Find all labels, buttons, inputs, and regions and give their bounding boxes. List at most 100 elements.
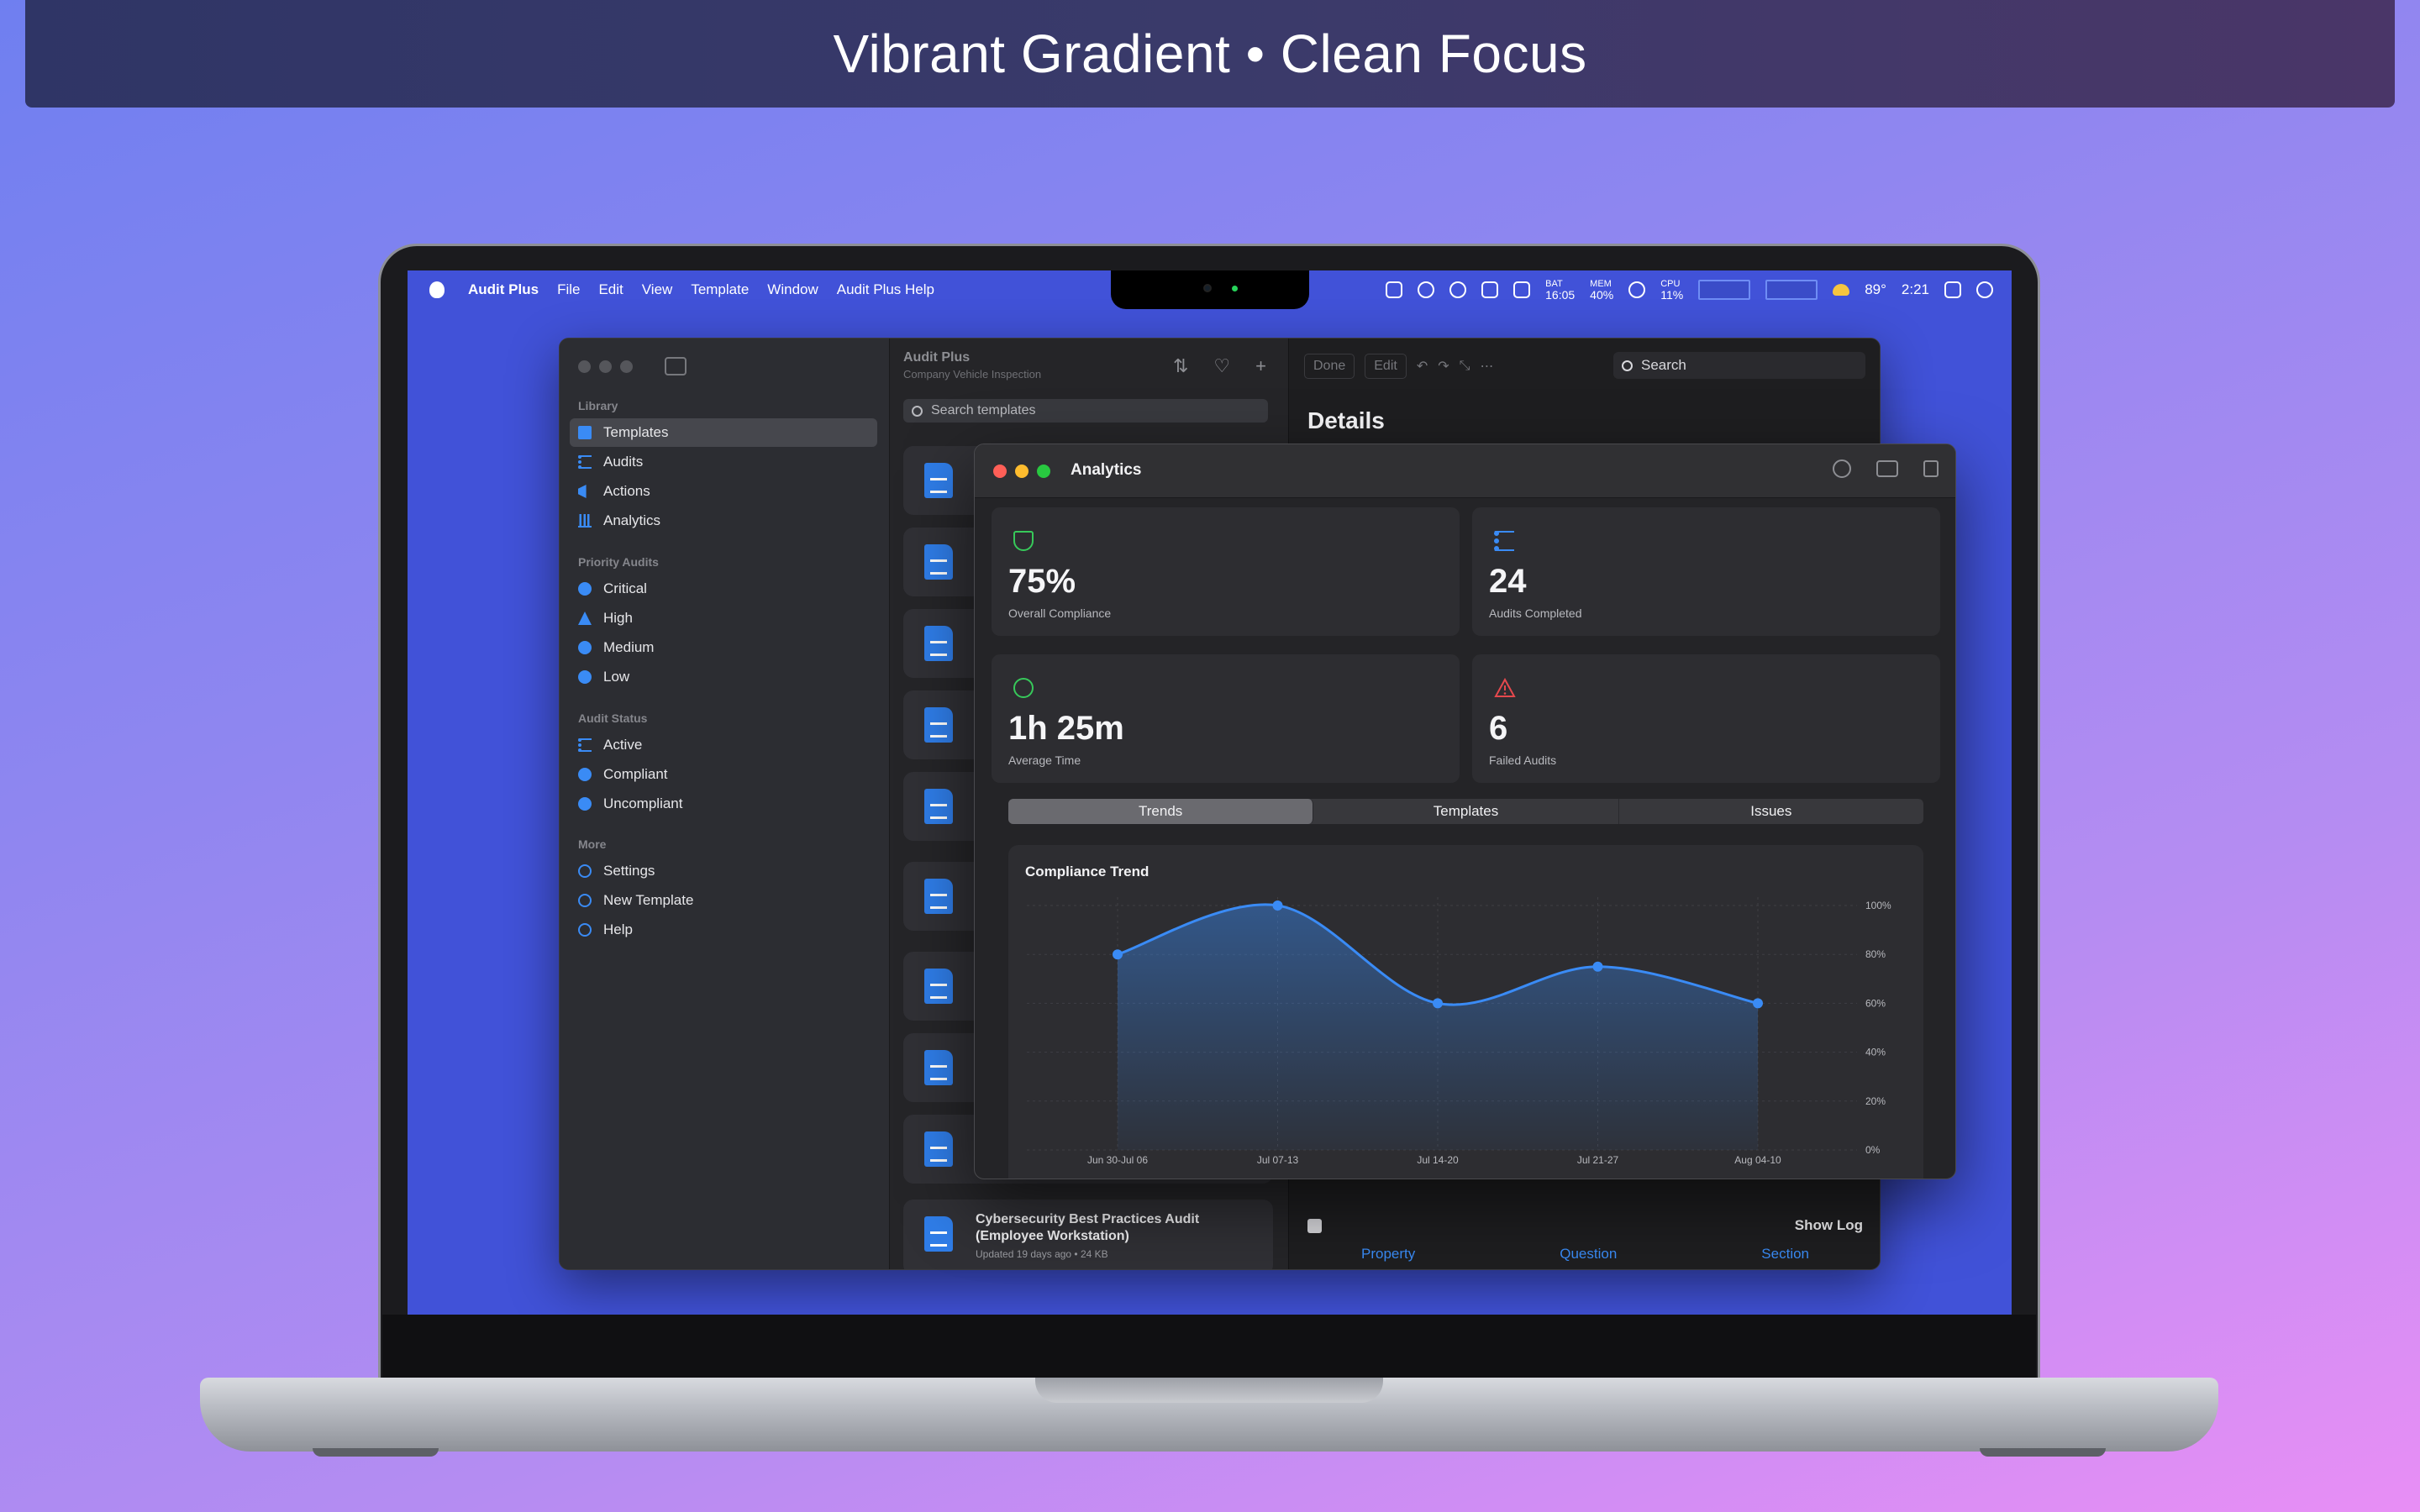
- add-property-button[interactable]: Property: [1361, 1246, 1415, 1263]
- sidebar-item-low[interactable]: Low: [570, 663, 877, 691]
- minimize-button[interactable]: [599, 360, 612, 373]
- menu-app-name[interactable]: Audit Plus: [468, 281, 539, 298]
- refresh-icon[interactable]: [1449, 281, 1467, 298]
- laptop-foot: [313, 1448, 439, 1457]
- refresh-icon[interactable]: [1833, 459, 1851, 478]
- kpi-card-average-time: 1h 25m Average Time: [992, 654, 1460, 783]
- temperature[interactable]: 89°: [1865, 281, 1886, 298]
- heart-icon[interactable]: ♡: [1213, 355, 1230, 377]
- gear-icon: [578, 864, 592, 878]
- sidebar-item-audits[interactable]: Audits: [570, 448, 877, 476]
- sidebar-section-more: More: [578, 837, 607, 851]
- sidebar-item-actions[interactable]: Actions: [570, 477, 877, 506]
- more-icon[interactable]: ⋯: [1480, 358, 1493, 375]
- undo-icon[interactable]: ↶: [1417, 358, 1428, 375]
- menu-window[interactable]: Window: [767, 281, 818, 298]
- detail-search-input[interactable]: Search: [1613, 352, 1865, 379]
- tab-templates[interactable]: Templates: [1313, 799, 1619, 824]
- redo-icon[interactable]: ↷: [1438, 358, 1449, 375]
- template-card[interactable]: Cybersecurity Best Practices Audit (Empl…: [903, 1200, 1273, 1269]
- sidebar-item-label: Low: [603, 669, 630, 685]
- add-icon[interactable]: +: [1255, 355, 1266, 377]
- cursor-icon[interactable]: [1513, 281, 1531, 298]
- sidebar-item-active[interactable]: Active: [570, 731, 877, 759]
- expand-icon[interactable]: [1481, 281, 1499, 298]
- sidebar-item-new-template[interactable]: New Template: [570, 886, 877, 915]
- sidebar-item-high[interactable]: High: [570, 604, 877, 633]
- laptop-foot: [1980, 1448, 2106, 1457]
- doc-icon: [924, 463, 953, 498]
- minimize-button[interactable]: [1015, 465, 1028, 478]
- search-placeholder: Search templates: [931, 403, 1036, 417]
- analytics-titlebar: Analytics: [975, 444, 1955, 498]
- laptop-bezel-bottom: [382, 1315, 2036, 1386]
- series-area: [1118, 904, 1758, 1150]
- circle-icon: [578, 670, 592, 684]
- show-log-checkbox[interactable]: [1307, 1219, 1322, 1233]
- battery-stat[interactable]: BAT 16:05: [1545, 279, 1575, 301]
- memory-pie-icon: [1628, 281, 1646, 298]
- tab-trends[interactable]: Trends: [1008, 799, 1314, 824]
- siri-icon[interactable]: [1976, 281, 1993, 298]
- doc-icon: [924, 1216, 953, 1252]
- tab-issues[interactable]: Issues: [1619, 799, 1923, 824]
- data-point: [1272, 900, 1283, 911]
- doc-icon: [924, 1050, 953, 1085]
- cloud-icon[interactable]: [1418, 281, 1435, 298]
- template-search-input[interactable]: Search templates: [903, 399, 1268, 423]
- calendar-icon[interactable]: [1876, 460, 1898, 477]
- laptop-base-notch: [1035, 1378, 1383, 1403]
- clock-icon: [1013, 678, 1034, 698]
- cpu-stat[interactable]: CPU 11%: [1660, 279, 1683, 301]
- memory-stat[interactable]: MEM 40%: [1590, 279, 1613, 301]
- menu-template[interactable]: Template: [691, 281, 749, 298]
- promo-banner: Vibrant Gradient • Clean Focus: [25, 0, 2395, 108]
- menu-edit[interactable]: Edit: [598, 281, 623, 298]
- clock[interactable]: 2:21: [1902, 281, 1929, 298]
- sidebar-item-compliant[interactable]: Compliant: [570, 760, 877, 789]
- sidebar-toggle-icon[interactable]: [665, 357, 687, 375]
- sidebar-item-medium[interactable]: Medium: [570, 633, 877, 662]
- data-point: [1753, 998, 1763, 1009]
- banner-title: Vibrant Gradient • Clean Focus: [833, 24, 1587, 84]
- doc-icon: [924, 879, 953, 914]
- share-icon[interactable]: [1923, 460, 1939, 477]
- compliance-trend-chart: 0% 20% 40% 60% 80% 100% Jun 30-Jul 06 Jul 07-13…: [1027, 897, 1891, 1166]
- cpu-graph: [1698, 280, 1751, 300]
- menu-view[interactable]: View: [642, 281, 673, 298]
- analytics-title: Analytics: [1071, 461, 1142, 479]
- grid-icon[interactable]: [1386, 281, 1403, 298]
- sidebar-item-analytics[interactable]: Analytics: [570, 507, 877, 535]
- analytics-window: Analytics 75% Overall Compliance 24 Audi…: [974, 444, 1956, 1179]
- menu-file[interactable]: File: [557, 281, 580, 298]
- doc-icon: [924, 626, 953, 661]
- add-actions: Property Question Section: [1289, 1246, 1880, 1263]
- edit-button[interactable]: Edit: [1365, 354, 1407, 379]
- sidebar-item-uncompliant[interactable]: Uncompliant: [570, 790, 877, 818]
- analytics-tabs: Trends Templates Issues: [1008, 799, 1923, 824]
- resize-icon[interactable]: ⤡: [1460, 359, 1470, 374]
- menu-help[interactable]: Audit Plus Help: [837, 281, 934, 298]
- sort-icon[interactable]: ⇅: [1173, 355, 1188, 377]
- sidebar-item-critical[interactable]: Critical: [570, 575, 877, 603]
- weather-icon[interactable]: [1833, 284, 1850, 296]
- control-center-icon[interactable]: [1944, 281, 1961, 298]
- sidebar-item-help[interactable]: Help: [570, 916, 877, 944]
- kpi-label: Average Time: [1008, 753, 1081, 767]
- x-tick-label: Jun 30-Jul 06: [1087, 1154, 1148, 1166]
- sidebar-item-settings[interactable]: Settings: [570, 857, 877, 885]
- doc-icon: [924, 544, 953, 580]
- sidebar-item-templates[interactable]: Templates: [570, 418, 877, 447]
- zoom-button[interactable]: [620, 360, 633, 373]
- kpi-value: 1h 25m: [1008, 710, 1124, 747]
- sidebar-item-label: New Template: [603, 892, 694, 908]
- close-button[interactable]: [993, 465, 1007, 478]
- add-question-button[interactable]: Question: [1560, 1246, 1617, 1263]
- done-button[interactable]: Done: [1304, 354, 1355, 379]
- apple-logo-icon[interactable]: [429, 281, 445, 298]
- close-button[interactable]: [578, 360, 591, 373]
- check-circle-icon: [578, 768, 592, 781]
- zoom-button[interactable]: [1037, 465, 1050, 478]
- sidebar-section-priority: Priority Audits: [578, 555, 659, 569]
- add-section-button[interactable]: Section: [1761, 1246, 1809, 1263]
